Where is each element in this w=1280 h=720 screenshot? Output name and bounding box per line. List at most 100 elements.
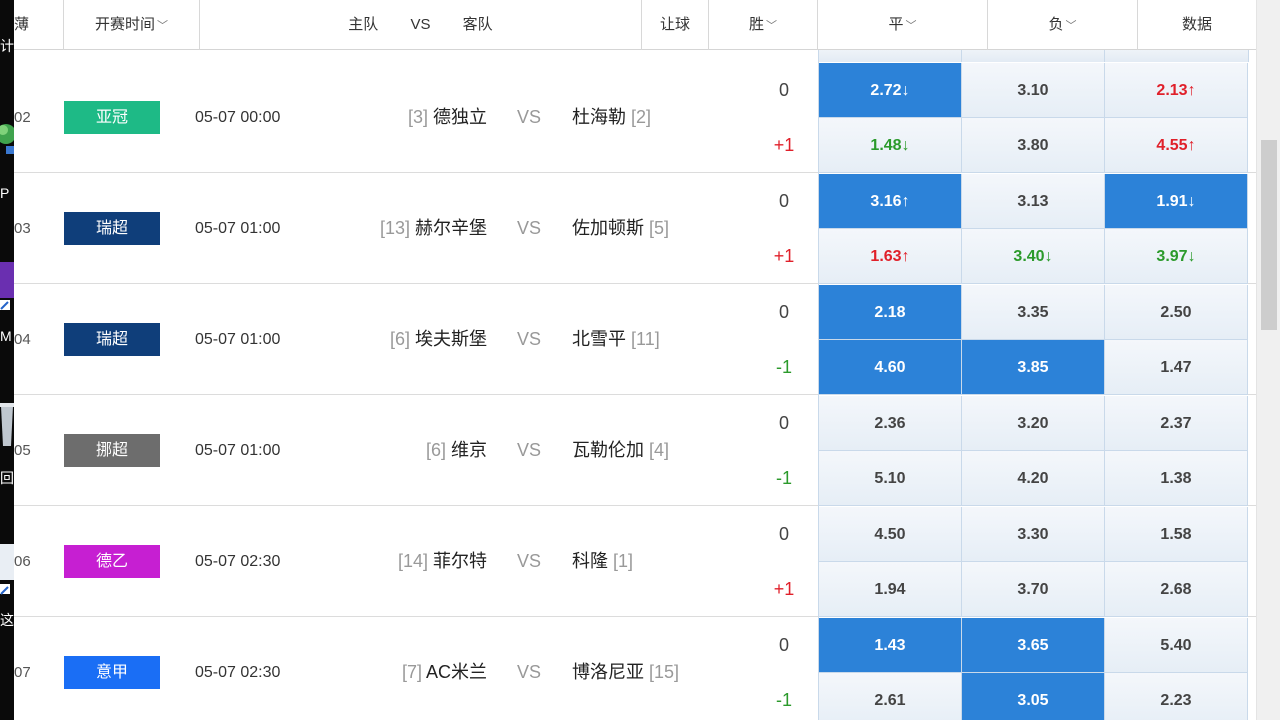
odds-draw[interactable]: 3.40↓ bbox=[962, 229, 1105, 284]
away-team-name: 杜海勒 bbox=[572, 107, 626, 127]
odds-draw[interactable]: 3.05 bbox=[962, 673, 1105, 720]
odds-loss[interactable]: 2.50 bbox=[1105, 285, 1248, 340]
header-win[interactable]: 胜 ﹀ bbox=[709, 0, 818, 50]
handicap-value: 0 bbox=[778, 80, 789, 100]
odds-value: 1.47 bbox=[1160, 359, 1192, 376]
odds-draw[interactable]: 3.35 bbox=[962, 285, 1105, 340]
league-badge[interactable]: 亚冠 bbox=[64, 101, 160, 134]
handicap-value: 0 bbox=[778, 302, 789, 322]
header-start-time[interactable]: 开赛时间 ﹀ bbox=[64, 0, 200, 50]
odds-win[interactable]: 5.10 bbox=[819, 451, 962, 506]
table-row[interactable]: 06 德乙 05-07 02:30 [14] 菲尔特 VS 科隆 [1] 0 4.… bbox=[14, 506, 1256, 617]
odds-win[interactable]: 4.60 bbox=[819, 340, 962, 395]
odds-gap-divider bbox=[1104, 50, 1105, 62]
desktop-strip: 计 P M 回 这 bbox=[0, 0, 14, 720]
vertical-scrollbar[interactable] bbox=[1256, 0, 1280, 720]
odds-win[interactable]: 3.16↑ bbox=[819, 174, 962, 229]
odds-draw[interactable]: 3.30 bbox=[962, 507, 1105, 562]
home-team[interactable]: [6] 埃夫斯堡 bbox=[390, 284, 487, 395]
odds-gap-divider bbox=[961, 50, 962, 62]
handicap-value: 0 bbox=[778, 413, 789, 433]
home-team[interactable]: [7] AC米兰 bbox=[402, 617, 487, 720]
home-team[interactable]: [6] 维京 bbox=[426, 395, 487, 506]
league-badge[interactable]: 挪超 bbox=[64, 434, 160, 467]
away-team[interactable]: 佐加顿斯 [5] bbox=[572, 173, 669, 284]
odds-value: 1.48 bbox=[870, 137, 902, 154]
odds-value: 3.20 bbox=[1017, 415, 1049, 432]
odds-value: 1.58 bbox=[1160, 526, 1192, 543]
away-team[interactable]: 瓦勒伦加 [4] bbox=[572, 395, 669, 506]
home-rank: [6] bbox=[389, 329, 410, 349]
globe-icon bbox=[0, 110, 14, 158]
odds-loss[interactable]: 2.23 bbox=[1105, 673, 1248, 720]
odds-win[interactable]: 2.36 bbox=[819, 396, 962, 451]
odds-value: 2.18 bbox=[874, 304, 906, 321]
header-num: 薄 bbox=[14, 0, 64, 50]
odds-win[interactable]: 1.94 bbox=[819, 562, 962, 617]
odds-loss[interactable]: 2.68 bbox=[1105, 562, 1248, 617]
odds-win[interactable]: 4.50 bbox=[819, 507, 962, 562]
league-badge[interactable]: 德乙 bbox=[64, 545, 160, 578]
odds-value: 3.10 bbox=[1017, 82, 1049, 99]
home-team[interactable]: [3] 德独立 bbox=[408, 62, 487, 173]
header-data: 数据 bbox=[1181, 16, 1212, 33]
odds-draw[interactable]: 3.65 bbox=[962, 618, 1105, 673]
odds-draw[interactable]: 3.85 bbox=[962, 340, 1105, 395]
home-team[interactable]: [14] 菲尔特 bbox=[398, 506, 487, 617]
odds-loss[interactable]: 4.55↑ bbox=[1105, 118, 1248, 173]
home-team-name: 赫尔辛堡 bbox=[415, 218, 487, 238]
table-row[interactable]: 02 亚冠 05-07 00:00 [3] 德独立 VS 杜海勒 [2] 0 2.… bbox=[14, 62, 1256, 173]
odds-loss[interactable]: 1.91↓ bbox=[1105, 174, 1248, 229]
away-rank: [11] bbox=[631, 329, 660, 349]
odds-loss[interactable]: 3.97↓ bbox=[1105, 229, 1248, 284]
handicap-value: 0 bbox=[778, 524, 789, 544]
header-loss[interactable]: 负 ﹀ bbox=[988, 0, 1138, 50]
odds-draw[interactable]: 4.20 bbox=[962, 451, 1105, 506]
table-row[interactable]: 03 瑞超 05-07 01:00 [13] 赫尔辛堡 VS 佐加顿斯 [5] … bbox=[14, 173, 1256, 284]
away-team-name: 博洛尼亚 bbox=[572, 662, 644, 682]
arrow-up-icon: ↑ bbox=[901, 248, 910, 265]
odds-win[interactable]: 1.48↓ bbox=[819, 118, 962, 173]
chevron-down-icon: ﹀ bbox=[766, 20, 777, 32]
odds-draw[interactable]: 3.10 bbox=[962, 63, 1105, 118]
odds-value: 2.13 bbox=[1156, 82, 1188, 99]
odds-win[interactable]: 2.18 bbox=[819, 285, 962, 340]
odds-loss[interactable]: 1.58 bbox=[1105, 507, 1248, 562]
odds-value: 4.50 bbox=[874, 526, 906, 543]
odds-win[interactable]: 1.43 bbox=[819, 618, 962, 673]
away-team[interactable]: 北雪平 [11] bbox=[572, 284, 660, 395]
odds-value: 1.94 bbox=[874, 581, 906, 598]
table-row[interactable]: 05 挪超 05-07 01:00 [6] 维京 VS 瓦勒伦加 [4] 0 2.… bbox=[14, 395, 1256, 506]
odds-draw[interactable]: 3.80 bbox=[962, 118, 1105, 173]
odds-loss[interactable]: 1.38 bbox=[1105, 451, 1248, 506]
away-rank: [4] bbox=[649, 440, 670, 460]
odds-win[interactable]: 2.72↓ bbox=[819, 63, 962, 118]
odds-loss[interactable]: 2.13↑ bbox=[1105, 63, 1248, 118]
odds-value: 1.91 bbox=[1156, 193, 1188, 210]
chevron-down-icon: ﹀ bbox=[1065, 20, 1077, 32]
away-team[interactable]: 博洛尼亚 [15] bbox=[572, 617, 679, 720]
odds-draw[interactable]: 3.13 bbox=[962, 174, 1105, 229]
odds-loss[interactable]: 2.37 bbox=[1105, 396, 1248, 451]
away-team[interactable]: 科隆 [1] bbox=[572, 506, 633, 617]
odds-draw[interactable]: 3.70 bbox=[962, 562, 1105, 617]
home-team[interactable]: [13] 赫尔辛堡 bbox=[380, 173, 487, 284]
table-row[interactable]: 04 瑞超 05-07 01:00 [6] 埃夫斯堡 VS 北雪平 [11] 0… bbox=[14, 284, 1256, 395]
away-team-name: 科隆 bbox=[572, 551, 608, 571]
odds-loss[interactable]: 5.40 bbox=[1105, 618, 1248, 673]
league-badge[interactable]: 瑞超 bbox=[64, 323, 160, 356]
odds-loss[interactable]: 1.47 bbox=[1105, 340, 1248, 395]
odds-value: 5.10 bbox=[874, 470, 906, 487]
league-badge[interactable]: 意甲 bbox=[64, 656, 160, 689]
header-draw[interactable]: 平 ﹀ bbox=[818, 0, 988, 50]
odds-value: 2.50 bbox=[1160, 304, 1192, 321]
odds-win[interactable]: 1.63↑ bbox=[819, 229, 962, 284]
table-row[interactable]: 07 意甲 05-07 02:30 [7] AC米兰 VS 博洛尼亚 [15] … bbox=[14, 617, 1256, 720]
scrollbar-thumb[interactable] bbox=[1261, 140, 1277, 330]
row-number: 07 bbox=[14, 664, 31, 681]
away-team[interactable]: 杜海勒 [2] bbox=[572, 62, 651, 173]
odds-win[interactable]: 2.61 bbox=[819, 673, 962, 720]
odds-value: 4.60 bbox=[874, 359, 906, 376]
odds-draw[interactable]: 3.20 bbox=[962, 396, 1105, 451]
league-badge[interactable]: 瑞超 bbox=[64, 212, 160, 245]
